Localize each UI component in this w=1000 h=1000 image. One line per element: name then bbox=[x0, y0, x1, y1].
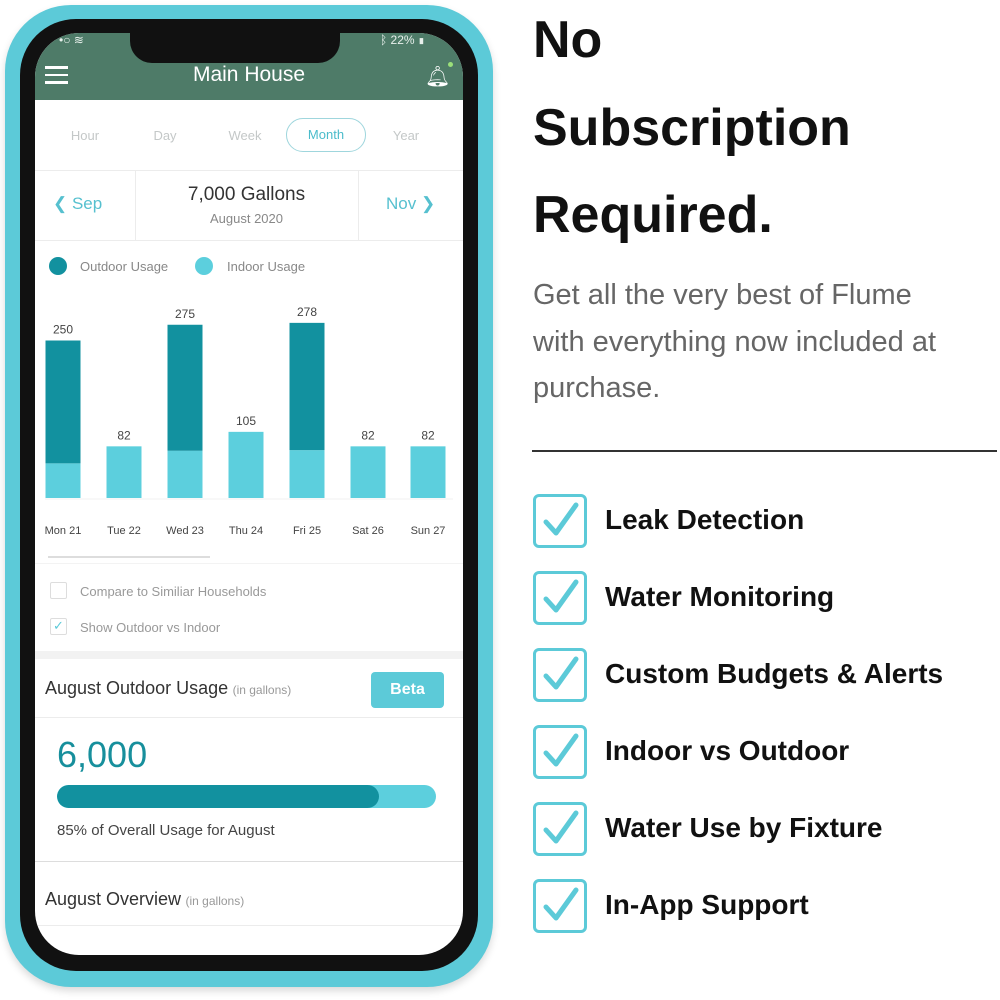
bell-icon[interactable]: 🔔︎ bbox=[425, 62, 454, 89]
data-label: 250 bbox=[53, 323, 73, 337]
outdoor-usage-progress bbox=[57, 785, 436, 808]
period-total: 7,000 Gallons bbox=[187, 184, 306, 205]
divider bbox=[35, 240, 463, 241]
divider bbox=[35, 717, 463, 718]
feature-item: Leak Detection bbox=[605, 504, 805, 535]
legend-indoor-swatch bbox=[195, 257, 213, 275]
checkbox-checked-icon bbox=[533, 494, 587, 548]
progress-caption: 85% of Overall Usage for August bbox=[57, 822, 275, 839]
feature-item: In-App Support bbox=[605, 889, 809, 920]
checkbox-checked-icon bbox=[533, 802, 587, 856]
x-tick-label: Sun 27 bbox=[411, 525, 446, 537]
outdoor-usage-heading: August Outdoor Usage (in gallons) bbox=[45, 678, 292, 698]
divider bbox=[358, 170, 359, 240]
progress-fill bbox=[57, 785, 380, 808]
tab-day[interactable]: Day bbox=[125, 128, 205, 143]
checkbox-checked-icon bbox=[533, 879, 587, 933]
battery-indicator: ᛒ 22% ▮ bbox=[380, 33, 426, 47]
body-line-2: with everything now included at bbox=[533, 326, 937, 358]
bar-outdoor[interactable] bbox=[167, 324, 203, 451]
feature-item: Water Monitoring bbox=[605, 581, 835, 612]
section-divider bbox=[35, 651, 463, 659]
feature-item: Custom Budgets & Alerts bbox=[605, 658, 944, 689]
divider bbox=[35, 563, 463, 564]
page-title: Main House bbox=[192, 63, 306, 86]
bar-indoor[interactable] bbox=[410, 446, 446, 498]
bar-indoor[interactable] bbox=[289, 450, 325, 498]
body-line-1: Get all the very best of Flume bbox=[533, 279, 912, 311]
scrollbar[interactable] bbox=[48, 556, 210, 558]
body-line-3: purchase. bbox=[533, 372, 661, 404]
data-label: 278 bbox=[297, 305, 317, 319]
headline-line-3: Required. bbox=[533, 186, 773, 244]
tab-month[interactable]: Month bbox=[286, 118, 366, 152]
x-tick-label: Wed 23 bbox=[166, 525, 204, 537]
compare-label: Compare to Similiar Households bbox=[80, 584, 267, 599]
divider bbox=[35, 170, 463, 171]
bar-outdoor[interactable] bbox=[289, 322, 325, 451]
signal-icon: •○ ≋ bbox=[59, 33, 84, 47]
outdoor-indoor-label: Show Outdoor vs Indoor bbox=[80, 620, 221, 635]
feature-item: Indoor vs Outdoor bbox=[605, 735, 850, 766]
beta-button[interactable]: Beta bbox=[371, 672, 444, 708]
x-tick-label: Fri 25 bbox=[293, 525, 321, 537]
phone-screen: •○ ≋ ᛒ 22% ▮ Main House 🔔︎ Hour Day Week… bbox=[35, 33, 463, 955]
bar-indoor[interactable] bbox=[106, 446, 142, 498]
period-subtitle: August 2020 bbox=[209, 211, 283, 226]
bar-indoor[interactable] bbox=[228, 431, 264, 498]
tab-week[interactable]: Week bbox=[205, 128, 285, 143]
tab-year[interactable]: Year bbox=[366, 128, 446, 143]
data-label: 82 bbox=[117, 428, 131, 442]
checkbox-checked-icon bbox=[533, 648, 587, 702]
divider bbox=[35, 861, 463, 862]
bar-outdoor[interactable] bbox=[45, 340, 81, 464]
outdoor-usage-value: 6,000 bbox=[57, 734, 148, 775]
bar-indoor[interactable] bbox=[167, 450, 203, 498]
divider bbox=[532, 450, 997, 452]
legend-outdoor-swatch bbox=[49, 257, 67, 275]
bar-indoor[interactable] bbox=[350, 446, 386, 498]
checkbox-checked-icon bbox=[533, 571, 587, 625]
overview-heading: August Overview (in gallons) bbox=[45, 889, 245, 909]
divider bbox=[35, 925, 463, 926]
x-tick-label: Sat 26 bbox=[352, 525, 384, 537]
headline-line-2: Subscription bbox=[533, 99, 851, 157]
legend-outdoor-label: Outdoor Usage bbox=[80, 259, 169, 274]
headline-line-1: No bbox=[533, 11, 603, 69]
next-month-button[interactable]: Nov ❯ bbox=[386, 194, 435, 214]
checkbox-checked-icon bbox=[533, 725, 587, 779]
legend-indoor-label: Indoor Usage bbox=[227, 259, 306, 274]
x-tick-label: Mon 21 bbox=[45, 525, 82, 537]
chevron-right-icon: ❯ bbox=[416, 194, 436, 213]
data-label: 82 bbox=[361, 428, 375, 442]
data-label: 275 bbox=[175, 307, 195, 321]
data-label: 105 bbox=[236, 414, 256, 428]
prev-month-button[interactable]: ❮ Sep bbox=[53, 194, 102, 214]
feature-item: Water Use by Fixture bbox=[605, 812, 883, 843]
x-tick-label: Tue 22 bbox=[107, 525, 141, 537]
tab-hour[interactable]: Hour bbox=[45, 128, 125, 143]
bar-indoor[interactable] bbox=[45, 463, 81, 498]
outdoor-indoor-checkbox[interactable]: ✓ bbox=[50, 618, 67, 635]
compare-checkbox[interactable] bbox=[50, 582, 67, 599]
bluetooth-icon: ᛒ bbox=[380, 33, 391, 47]
x-tick-label: Thu 24 bbox=[229, 525, 263, 537]
chevron-left-icon: ❮ bbox=[53, 194, 72, 213]
usage-bar-chart: 250 Mon 21 82 Tue 22 275 Wed 23 105 Thu 24 278 Fr… bbox=[45, 305, 453, 537]
data-label: 82 bbox=[421, 428, 435, 442]
notch bbox=[130, 33, 340, 63]
